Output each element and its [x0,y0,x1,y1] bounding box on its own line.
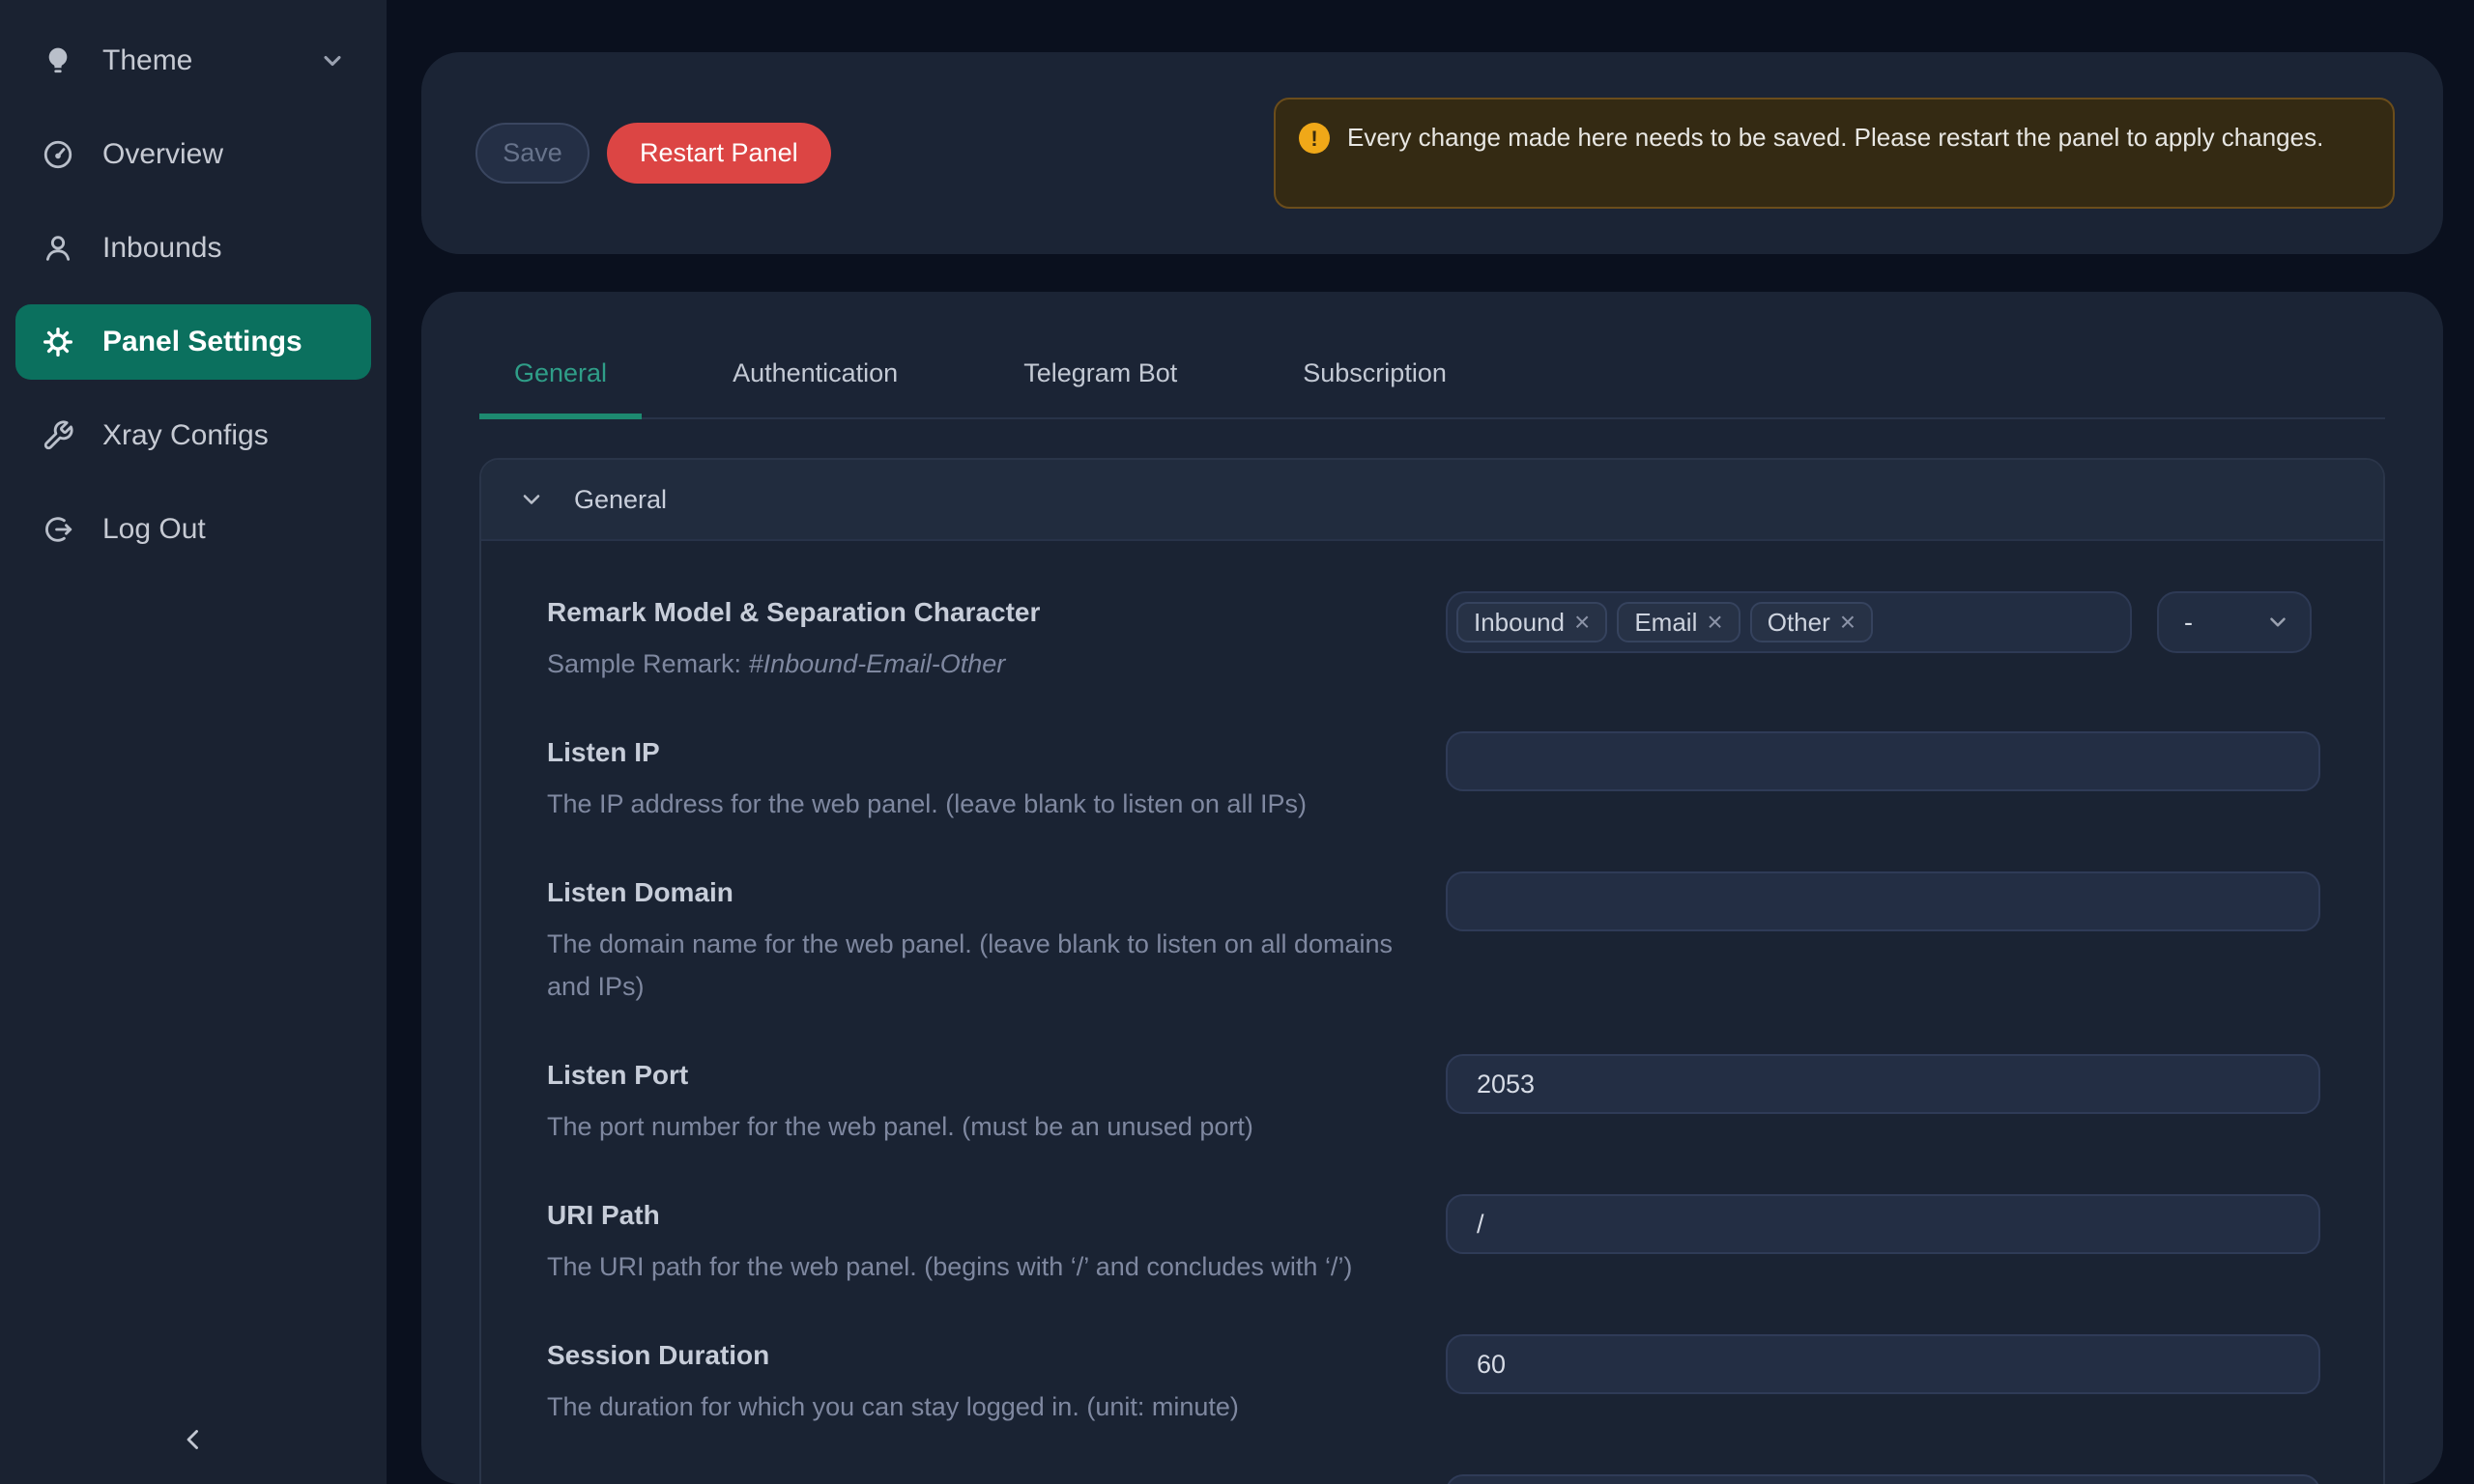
tab-subscription[interactable]: Subscription [1268,358,1482,419]
toolbar-card: Save Restart Panel ! Every change made h… [421,52,2443,254]
sidebar-item-theme[interactable]: Theme [15,23,371,99]
general-section-body: Remark Model & Separation Character Samp… [481,541,2383,1484]
form-row-session-duration: Session Duration The duration for which … [547,1334,2320,1428]
sidebar-item-label: Overview [102,138,346,171]
field-label: Listen IP [547,731,1446,774]
sidebar-item-label: Inbounds [102,232,346,265]
sidebar-item-label: Xray Configs [102,419,346,452]
logout-icon [41,512,75,547]
chevron-down-icon [2265,610,2290,635]
main-content: Save Restart Panel ! Every change made h… [387,0,2474,1484]
sidebar-item-label: Log Out [102,513,346,546]
close-icon[interactable]: × [1840,609,1856,636]
alert-text: Every change made here needs to be saved… [1347,117,2323,158]
field-description: The port number for the web panel. (must… [547,1105,1397,1148]
wrench-icon [41,418,75,453]
user-icon [41,231,75,266]
form-row-pagination-size: Pagination Size [547,1474,2320,1484]
field-description: The domain name for the web panel. (leav… [547,923,1397,1008]
field-label: Remark Model & Separation Character [547,591,1446,634]
sample-remark-value: #Inbound-Email-Other [749,649,1006,678]
sidebar-item-xray-configs[interactable]: Xray Configs [15,398,371,473]
tag-other: Other × [1750,602,1873,642]
close-icon[interactable]: × [1707,609,1722,636]
restart-panel-button[interactable]: Restart Panel [607,123,831,184]
tag-label: Other [1768,608,1830,638]
listen-port-input[interactable] [1446,1054,2320,1114]
session-duration-input[interactable] [1446,1334,2320,1394]
sidebar-item-inbounds[interactable]: Inbounds [15,211,371,286]
bulb-icon [41,43,75,78]
remark-model-multiselect[interactable]: Inbound × Email × Other × [1446,591,2132,653]
form-row-remark-model: Remark Model & Separation Character Samp… [547,591,2320,685]
chevron-down-icon [319,47,346,74]
restart-warning-alert: ! Every change made here needs to be sav… [1274,98,2395,209]
field-label: Session Duration [547,1334,1446,1377]
dashboard-icon [41,137,75,172]
field-label: URI Path [547,1194,1446,1237]
close-icon[interactable]: × [1574,609,1590,636]
form-row-listen-port: Listen Port The port number for the web … [547,1054,2320,1148]
uri-path-input[interactable] [1446,1194,2320,1254]
section-title: General [574,485,667,515]
chevron-down-icon [518,486,545,513]
field-description: Sample Remark: #Inbound-Email-Other [547,642,1397,685]
sample-remark-prefix: Sample Remark: [547,649,749,678]
tab-telegram-bot[interactable]: Telegram Bot [989,358,1212,419]
tab-authentication[interactable]: Authentication [698,358,933,419]
sidebar-item-label: Panel Settings [102,326,346,358]
sidebar-item-overview[interactable]: Overview [15,117,371,192]
selected-separator: - [2184,608,2193,638]
warning-icon: ! [1299,123,1330,154]
tag-inbound: Inbound × [1456,602,1607,642]
field-description: The URI path for the web panel. (begins … [547,1245,1397,1288]
form-row-uri-path: URI Path The URI path for the web panel.… [547,1194,2320,1288]
sidebar-collapse-button[interactable] [172,1418,215,1461]
field-label: Listen Domain [547,871,1446,914]
chevron-left-icon [177,1423,210,1456]
pagination-size-input[interactable] [1446,1474,2320,1484]
sidebar: Theme Overview Inbounds [0,0,387,1484]
field-label: Pagination Size [547,1474,1446,1484]
field-description: The duration for which you can stay logg… [547,1385,1397,1428]
tag-email: Email × [1617,602,1740,642]
listen-domain-input[interactable] [1446,871,2320,931]
gear-icon [41,325,75,359]
separation-character-select[interactable]: - [2157,591,2312,653]
form-row-listen-ip: Listen IP The IP address for the web pan… [547,731,2320,825]
general-section-header[interactable]: General [481,460,2383,541]
sidebar-item-log-out[interactable]: Log Out [15,492,371,567]
tag-label: Email [1634,608,1697,638]
settings-tabs: General Authentication Telegram Bot Subs… [479,292,2385,419]
sidebar-item-label: Theme [102,44,292,77]
general-section: General Remark Model & Separation Charac… [479,458,2385,1484]
settings-card: General Authentication Telegram Bot Subs… [421,292,2443,1484]
tab-general[interactable]: General [479,358,642,419]
listen-ip-input[interactable] [1446,731,2320,791]
save-button[interactable]: Save [475,123,590,184]
field-description: The IP address for the web panel. (leave… [547,783,1397,825]
sidebar-item-panel-settings[interactable]: Panel Settings [15,304,371,380]
tag-label: Inbound [1474,608,1565,638]
field-label: Listen Port [547,1054,1446,1097]
form-row-listen-domain: Listen Domain The domain name for the we… [547,871,2320,1008]
